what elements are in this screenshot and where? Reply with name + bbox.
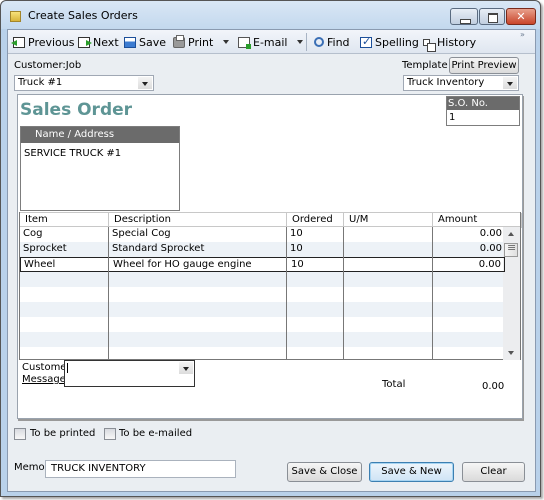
cell-item[interactable]: Cog [20,227,109,242]
email-label: E-mail [253,35,288,49]
history-button[interactable]: History [423,34,477,52]
text-cursor [67,363,68,373]
column-divider [286,227,287,360]
cell-description[interactable]: Standard Sprocket [109,242,287,257]
create-sales-orders-window: Create Sales Orders ✕ Previous Next Save… [0,0,541,497]
history-icon [423,38,436,52]
column-header-um[interactable]: U/M [344,213,433,228]
print-dropdown-icon[interactable] [223,40,229,44]
to-be-printed-checkbox[interactable] [14,428,26,440]
so-number-box[interactable]: S.O. No. 1 [446,96,520,126]
chevron-down-icon[interactable] [179,362,193,374]
next-button[interactable]: Next [78,34,119,50]
customer-message-label-line2: Message [22,374,66,385]
close-button[interactable]: ✕ [506,8,536,25]
email-dropdown-icon[interactable] [297,40,303,44]
print-icon [173,34,185,48]
column-header-amount[interactable]: Amount [433,213,522,228]
cell-amount[interactable]: 0.00 [433,227,505,242]
cell-ordered[interactable]: 10 [287,242,344,257]
customer-job-label: Customer:Job [14,60,82,71]
form-title: Sales Order [20,100,133,120]
previous-button[interactable]: Previous [11,34,75,50]
scroll-thumb[interactable] [504,241,518,257]
print-button[interactable]: Print [173,34,213,50]
template-value: Truck Inventory [407,77,485,88]
toolbar-separator [306,33,307,51]
cell-description[interactable]: Special Cog [109,227,287,242]
previous-icon [11,36,25,48]
name-address-header: Name / Address [21,127,179,143]
template-select[interactable]: Truck Inventory [403,75,519,91]
cell-item[interactable]: Wheel [21,258,110,273]
window-title: Create Sales Orders [28,9,138,22]
line-items-grid: Item Description Ordered U/M Amount Cog … [19,212,522,360]
column-divider [343,227,344,360]
memo-label: Memo [14,462,45,473]
cell-amount[interactable]: 0.00 [434,258,504,273]
app-icon [10,11,21,22]
scroll-down-icon[interactable] [508,351,514,355]
grid-header: Item Description Ordered U/M Amount [20,212,522,228]
save-new-button[interactable]: Save & New [369,462,454,482]
spelling-icon [360,35,372,48]
cell-ordered[interactable]: 10 [287,227,344,242]
next-label: Next [93,35,119,49]
scroll-up-icon[interactable] [508,232,514,236]
so-number-value[interactable]: 1 [447,110,519,125]
customer-job-value: Truck #1 [18,77,63,88]
email-button[interactable]: E-mail [238,34,288,50]
find-label: Find [327,35,350,49]
save-close-button[interactable]: Save & Close [287,462,362,482]
total-label: Total [382,379,406,390]
email-icon [238,36,251,49]
column-divider [432,227,433,360]
sales-order-form: Sales Order Name / Address SERVICE TRUCK… [17,94,523,419]
cell-amount[interactable]: 0.00 [433,242,505,257]
cell-um[interactable] [344,227,433,242]
more-toolbar-icon[interactable]: » [520,30,525,39]
save-label: Save [139,35,167,49]
column-header-ordered[interactable]: Ordered [287,213,344,228]
maximize-button[interactable] [479,8,505,25]
name-address-value[interactable]: SERVICE TRUCK #1 [21,143,179,164]
total-value: 0.00 [482,381,505,392]
minimize-button[interactable] [450,8,478,25]
clear-button[interactable]: Clear [462,462,525,482]
template-label: Template [402,60,448,71]
to-be-emailed-label[interactable]: To be e-mailed [119,428,192,439]
name-address-box[interactable]: Name / Address SERVICE TRUCK #1 [20,126,180,211]
cell-um[interactable] [345,258,434,273]
column-divider [108,227,109,360]
print-preview-button[interactable]: Print Preview [449,57,519,74]
print-label: Print [188,35,214,49]
previous-label: Previous [28,35,75,49]
client-area: Previous Next Save Print E-mail Find ✓ S… [7,29,536,492]
toolbar: Previous Next Save Print E-mail Find ✓ S… [8,30,535,54]
cell-um[interactable] [344,242,433,257]
column-header-item[interactable]: Item [20,213,109,228]
memo-input[interactable]: TRUCK INVENTORY [45,460,236,478]
to-be-emailed-checkbox[interactable] [104,428,116,440]
next-icon [78,36,92,48]
cell-item[interactable]: Sprocket [20,242,109,257]
find-button[interactable]: Find [314,34,350,50]
history-label: History [437,35,477,49]
save-button[interactable]: Save [124,34,166,50]
find-icon [314,37,324,47]
so-number-header: S.O. No. [447,97,519,110]
chevron-down-icon[interactable] [138,77,152,89]
title-bar: Create Sales Orders ✕ [1,1,540,29]
to-be-printed-label[interactable]: To be printed [30,428,95,439]
spelling-label: Spelling [375,35,419,49]
grid-scrollbar[interactable] [503,227,520,360]
cell-description[interactable]: Wheel for HO gauge engine [110,258,288,273]
save-icon [124,36,136,48]
column-header-description[interactable]: Description [109,213,287,228]
chevron-down-icon[interactable] [503,77,517,89]
cell-ordered[interactable]: 10 [288,258,345,273]
customer-message-select[interactable] [64,360,195,387]
customer-job-select[interactable]: Truck #1 [14,75,154,91]
spelling-button[interactable]: Spelling [360,34,419,50]
